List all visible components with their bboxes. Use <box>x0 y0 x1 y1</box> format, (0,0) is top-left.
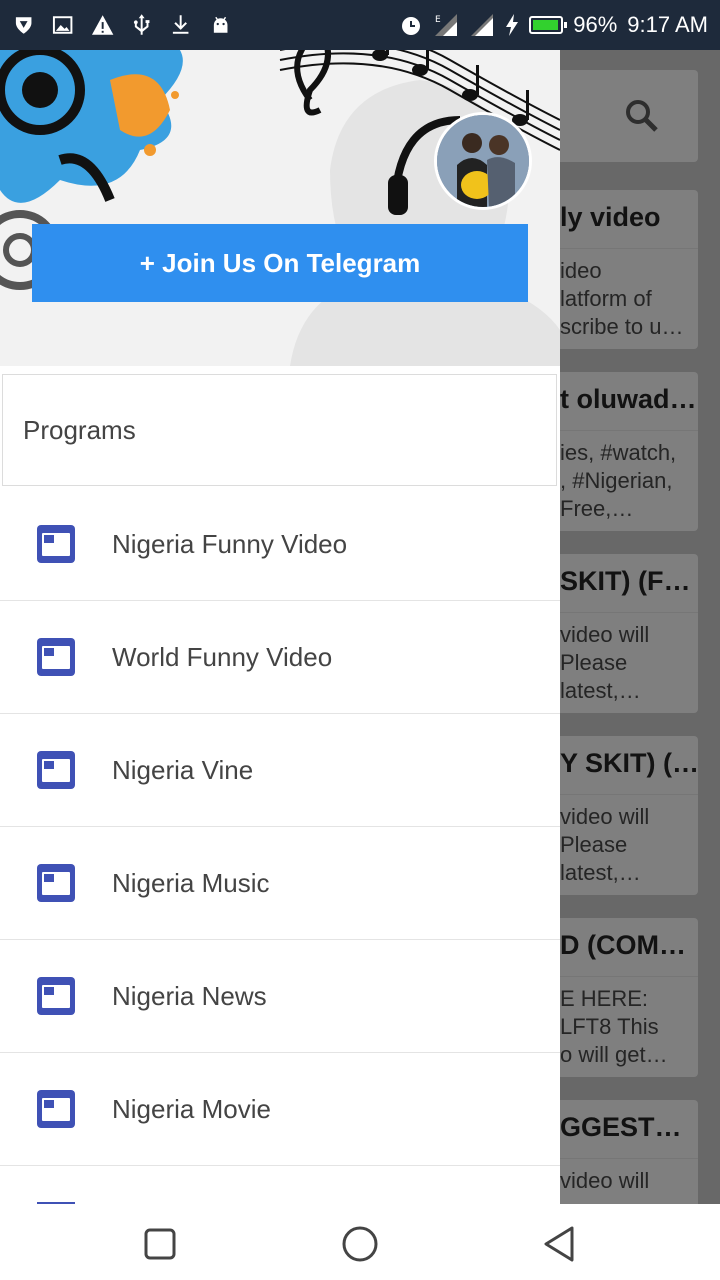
menu-item-label: Nigeria Vine <box>112 754 254 785</box>
window-icon <box>37 525 75 563</box>
menu-item-label: Nigeria Movie <box>112 1093 271 1124</box>
window-icon <box>37 1090 75 1128</box>
status-bar: E 96% 9:17 AM <box>0 0 720 50</box>
system-status: E 96% 9:17 AM <box>399 12 708 38</box>
programs-section-header[interactable]: Programs <box>2 374 557 486</box>
menu-item-nigeria-funny-video[interactable]: Nigeria Funny Video <box>0 488 560 601</box>
programs-menu: Nigeria Funny Video World Funny Video Ni… <box>0 488 560 1166</box>
charging-icon <box>506 14 519 36</box>
clock: 9:17 AM <box>627 12 708 37</box>
menu-item-nigeria-vine[interactable]: Nigeria Vine <box>0 714 560 827</box>
navigation-drawer: + Join Us On Telegram Programs Nigeria F… <box>0 0 560 1204</box>
avatar-photo <box>437 115 529 207</box>
drawer-header: + Join Us On Telegram <box>0 0 560 366</box>
system-nav-bar <box>0 1204 720 1280</box>
menu-item-label: Nigeria News <box>112 980 267 1011</box>
android-icon <box>213 16 228 33</box>
window-icon <box>37 751 75 789</box>
image-icon <box>53 16 73 34</box>
menu-item-world-funny-video[interactable]: World Funny Video <box>0 601 560 714</box>
menu-item-nigeria-music[interactable]: Nigeria Music <box>0 827 560 940</box>
menu-item-label: Nigeria Funny Video <box>112 528 348 559</box>
back-icon[interactable] <box>540 1224 580 1264</box>
signal-icon <box>471 14 494 36</box>
download-icon <box>173 15 189 34</box>
menu-item-nigeria-news[interactable]: Nigeria News <box>0 940 560 1053</box>
svg-text:E: E <box>435 15 441 25</box>
profile-avatar[interactable] <box>434 112 532 210</box>
join-telegram-button[interactable]: + Join Us On Telegram <box>32 224 528 302</box>
battery-percent: 96% <box>573 12 618 37</box>
battery-icon <box>529 16 568 34</box>
menu-item-nigeria-movie[interactable]: Nigeria Movie <box>0 1053 560 1166</box>
menu-item-label: Nigeria Music <box>112 867 270 898</box>
section-title: Programs <box>23 414 136 445</box>
usb-icon <box>133 14 150 35</box>
home-icon[interactable] <box>340 1224 380 1264</box>
alarm-icon <box>402 17 421 35</box>
vpn-icon <box>15 17 32 34</box>
notification-icons <box>12 13 232 37</box>
window-icon <box>37 864 75 902</box>
signal-e-icon: E <box>435 14 458 36</box>
warning-icon <box>91 15 114 35</box>
menu-item-label: World Funny Video <box>112 641 333 672</box>
window-icon <box>37 977 75 1015</box>
recents-icon[interactable] <box>140 1224 180 1264</box>
window-icon <box>37 638 75 676</box>
